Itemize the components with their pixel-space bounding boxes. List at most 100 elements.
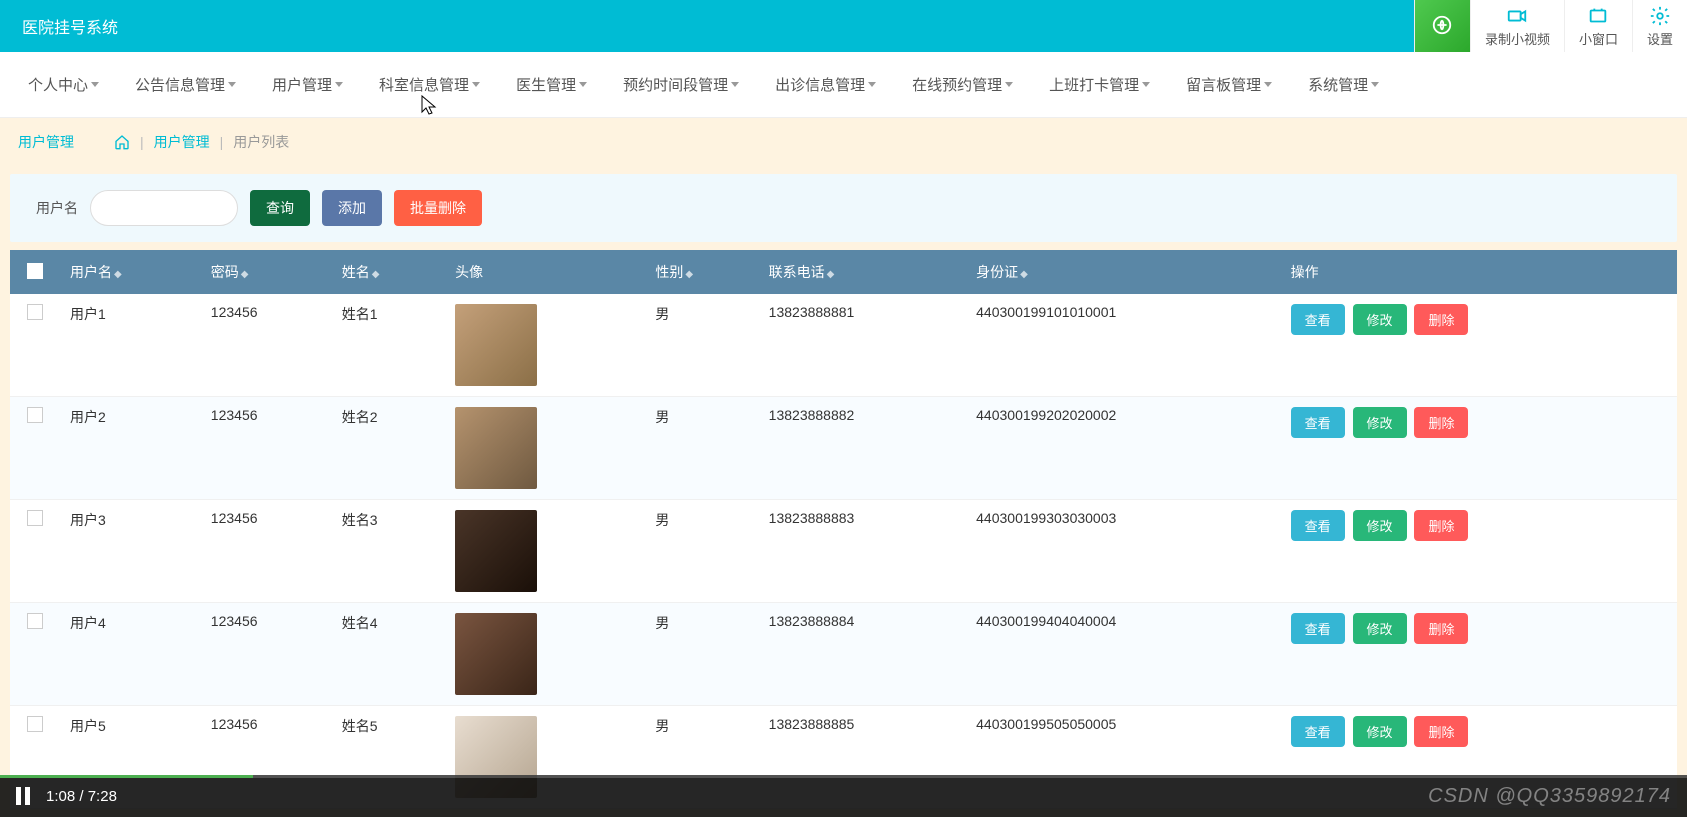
row-checkbox[interactable] [27, 716, 43, 732]
search-panel: 用户名 查询 添加 批量删除 [10, 174, 1677, 242]
time-display: 1:08 / 7:28 [46, 788, 117, 805]
cell-idcard: 440300199202020002 [966, 397, 1280, 500]
search-button[interactable]: 查询 [250, 190, 310, 226]
cell-password: 123456 [201, 294, 332, 397]
progress-track[interactable] [0, 775, 1687, 778]
col-password[interactable]: 密码◆ [201, 250, 332, 294]
cell-name: 姓名1 [332, 294, 445, 397]
table-row: 用户2 123456 姓名2 男 13823888882 44030019920… [10, 397, 1677, 500]
main-nav: 个人中心 公告信息管理 用户管理 科室信息管理 医生管理 预约时间段管理 出诊信… [0, 52, 1687, 118]
edit-button[interactable]: 修改 [1353, 613, 1407, 644]
cell-name: 姓名2 [332, 397, 445, 500]
table-row: 用户4 123456 姓名4 男 13823888884 44030019940… [10, 603, 1677, 706]
row-checkbox[interactable] [27, 304, 43, 320]
view-button[interactable]: 查看 [1291, 613, 1345, 644]
nav-clock[interactable]: 上班打卡管理 [1031, 74, 1168, 95]
col-name[interactable]: 姓名◆ [332, 250, 445, 294]
user-table: 用户名◆ 密码◆ 姓名◆ 头像 性别◆ 联系电话◆ 身份证◆ 操作 用户1 12… [10, 250, 1677, 809]
cell-idcard: 440300199303030003 [966, 500, 1280, 603]
col-phone[interactable]: 联系电话◆ [759, 250, 966, 294]
cell-phone: 13823888881 [759, 294, 966, 397]
watermark: CSDN @QQ3359892174 [1428, 785, 1671, 808]
chevron-down-icon [579, 82, 587, 87]
delete-button[interactable]: 删除 [1414, 613, 1468, 644]
edit-button[interactable]: 修改 [1353, 407, 1407, 438]
browser-e-icon[interactable] [1414, 0, 1470, 52]
cell-username: 用户4 [60, 603, 201, 706]
select-all-checkbox[interactable] [27, 263, 43, 279]
view-button[interactable]: 查看 [1291, 407, 1345, 438]
delete-button[interactable]: 删除 [1414, 407, 1468, 438]
small-window-button[interactable]: 小窗口 [1564, 0, 1632, 52]
view-button[interactable]: 查看 [1291, 716, 1345, 747]
cell-gender: 男 [645, 603, 758, 706]
cell-gender: 男 [645, 500, 758, 603]
app-header: 医院挂号系统 录制小视频 小窗口 设置 [0, 0, 1687, 52]
row-checkbox[interactable] [27, 613, 43, 629]
nav-timeslot[interactable]: 预约时间段管理 [605, 74, 757, 95]
col-gender[interactable]: 性别◆ [645, 250, 758, 294]
edit-button[interactable]: 修改 [1353, 716, 1407, 747]
username-search-input[interactable] [90, 190, 238, 226]
cell-idcard: 440300199101010001 [966, 294, 1280, 397]
cell-gender: 男 [645, 294, 758, 397]
chevron-down-icon [1371, 82, 1379, 87]
nav-message[interactable]: 留言板管理 [1168, 74, 1290, 95]
delete-button[interactable]: 删除 [1414, 510, 1468, 541]
col-actions: 操作 [1281, 250, 1677, 294]
nav-system[interactable]: 系统管理 [1290, 74, 1397, 95]
pause-button[interactable] [16, 787, 30, 805]
cell-name: 姓名3 [332, 500, 445, 603]
chevron-down-icon [228, 82, 236, 87]
table-row: 用户1 123456 姓名1 男 13823888881 44030019910… [10, 294, 1677, 397]
batch-delete-button[interactable]: 批量删除 [394, 190, 482, 226]
search-label: 用户名 [36, 198, 78, 218]
chevron-down-icon [1264, 82, 1272, 87]
add-button[interactable]: 添加 [322, 190, 382, 226]
nav-user[interactable]: 用户管理 [254, 74, 361, 95]
cell-phone: 13823888883 [759, 500, 966, 603]
cell-password: 123456 [201, 500, 332, 603]
cell-password: 123456 [201, 397, 332, 500]
breadcrumb-link[interactable]: 用户管理 [154, 132, 210, 152]
breadcrumb-page: 用户列表 [233, 132, 289, 152]
chevron-down-icon [472, 82, 480, 87]
chevron-down-icon [731, 82, 739, 87]
chevron-down-icon [1005, 82, 1013, 87]
row-checkbox[interactable] [27, 510, 43, 526]
home-icon[interactable] [114, 134, 130, 150]
nav-booking[interactable]: 在线预约管理 [894, 74, 1031, 95]
cell-idcard: 440300199404040004 [966, 603, 1280, 706]
cell-name: 姓名4 [332, 603, 445, 706]
breadcrumb-current: 用户管理 [18, 132, 74, 152]
progress-fill [0, 775, 253, 778]
edit-button[interactable]: 修改 [1353, 304, 1407, 335]
nav-visit[interactable]: 出诊信息管理 [757, 74, 894, 95]
browser-tools: 录制小视频 小窗口 设置 [1414, 0, 1687, 52]
nav-dept[interactable]: 科室信息管理 [361, 74, 498, 95]
nav-doctor[interactable]: 医生管理 [498, 74, 605, 95]
record-video-button[interactable]: 录制小视频 [1470, 0, 1564, 52]
chevron-down-icon [335, 82, 343, 87]
chevron-down-icon [868, 82, 876, 87]
cell-gender: 男 [645, 397, 758, 500]
delete-button[interactable]: 删除 [1414, 716, 1468, 747]
col-username[interactable]: 用户名◆ [60, 250, 201, 294]
view-button[interactable]: 查看 [1291, 510, 1345, 541]
avatar [455, 407, 537, 489]
view-button[interactable]: 查看 [1291, 304, 1345, 335]
chevron-down-icon [1142, 82, 1150, 87]
nav-notice[interactable]: 公告信息管理 [117, 74, 254, 95]
settings-button[interactable]: 设置 [1632, 0, 1687, 52]
avatar [455, 304, 537, 386]
table-row: 用户3 123456 姓名3 男 13823888883 44030019930… [10, 500, 1677, 603]
delete-button[interactable]: 删除 [1414, 304, 1468, 335]
col-idcard[interactable]: 身份证◆ [966, 250, 1280, 294]
cell-username: 用户3 [60, 500, 201, 603]
cell-username: 用户1 [60, 294, 201, 397]
row-checkbox[interactable] [27, 407, 43, 423]
cell-password: 123456 [201, 603, 332, 706]
nav-personal[interactable]: 个人中心 [10, 74, 117, 95]
cell-phone: 13823888884 [759, 603, 966, 706]
edit-button[interactable]: 修改 [1353, 510, 1407, 541]
